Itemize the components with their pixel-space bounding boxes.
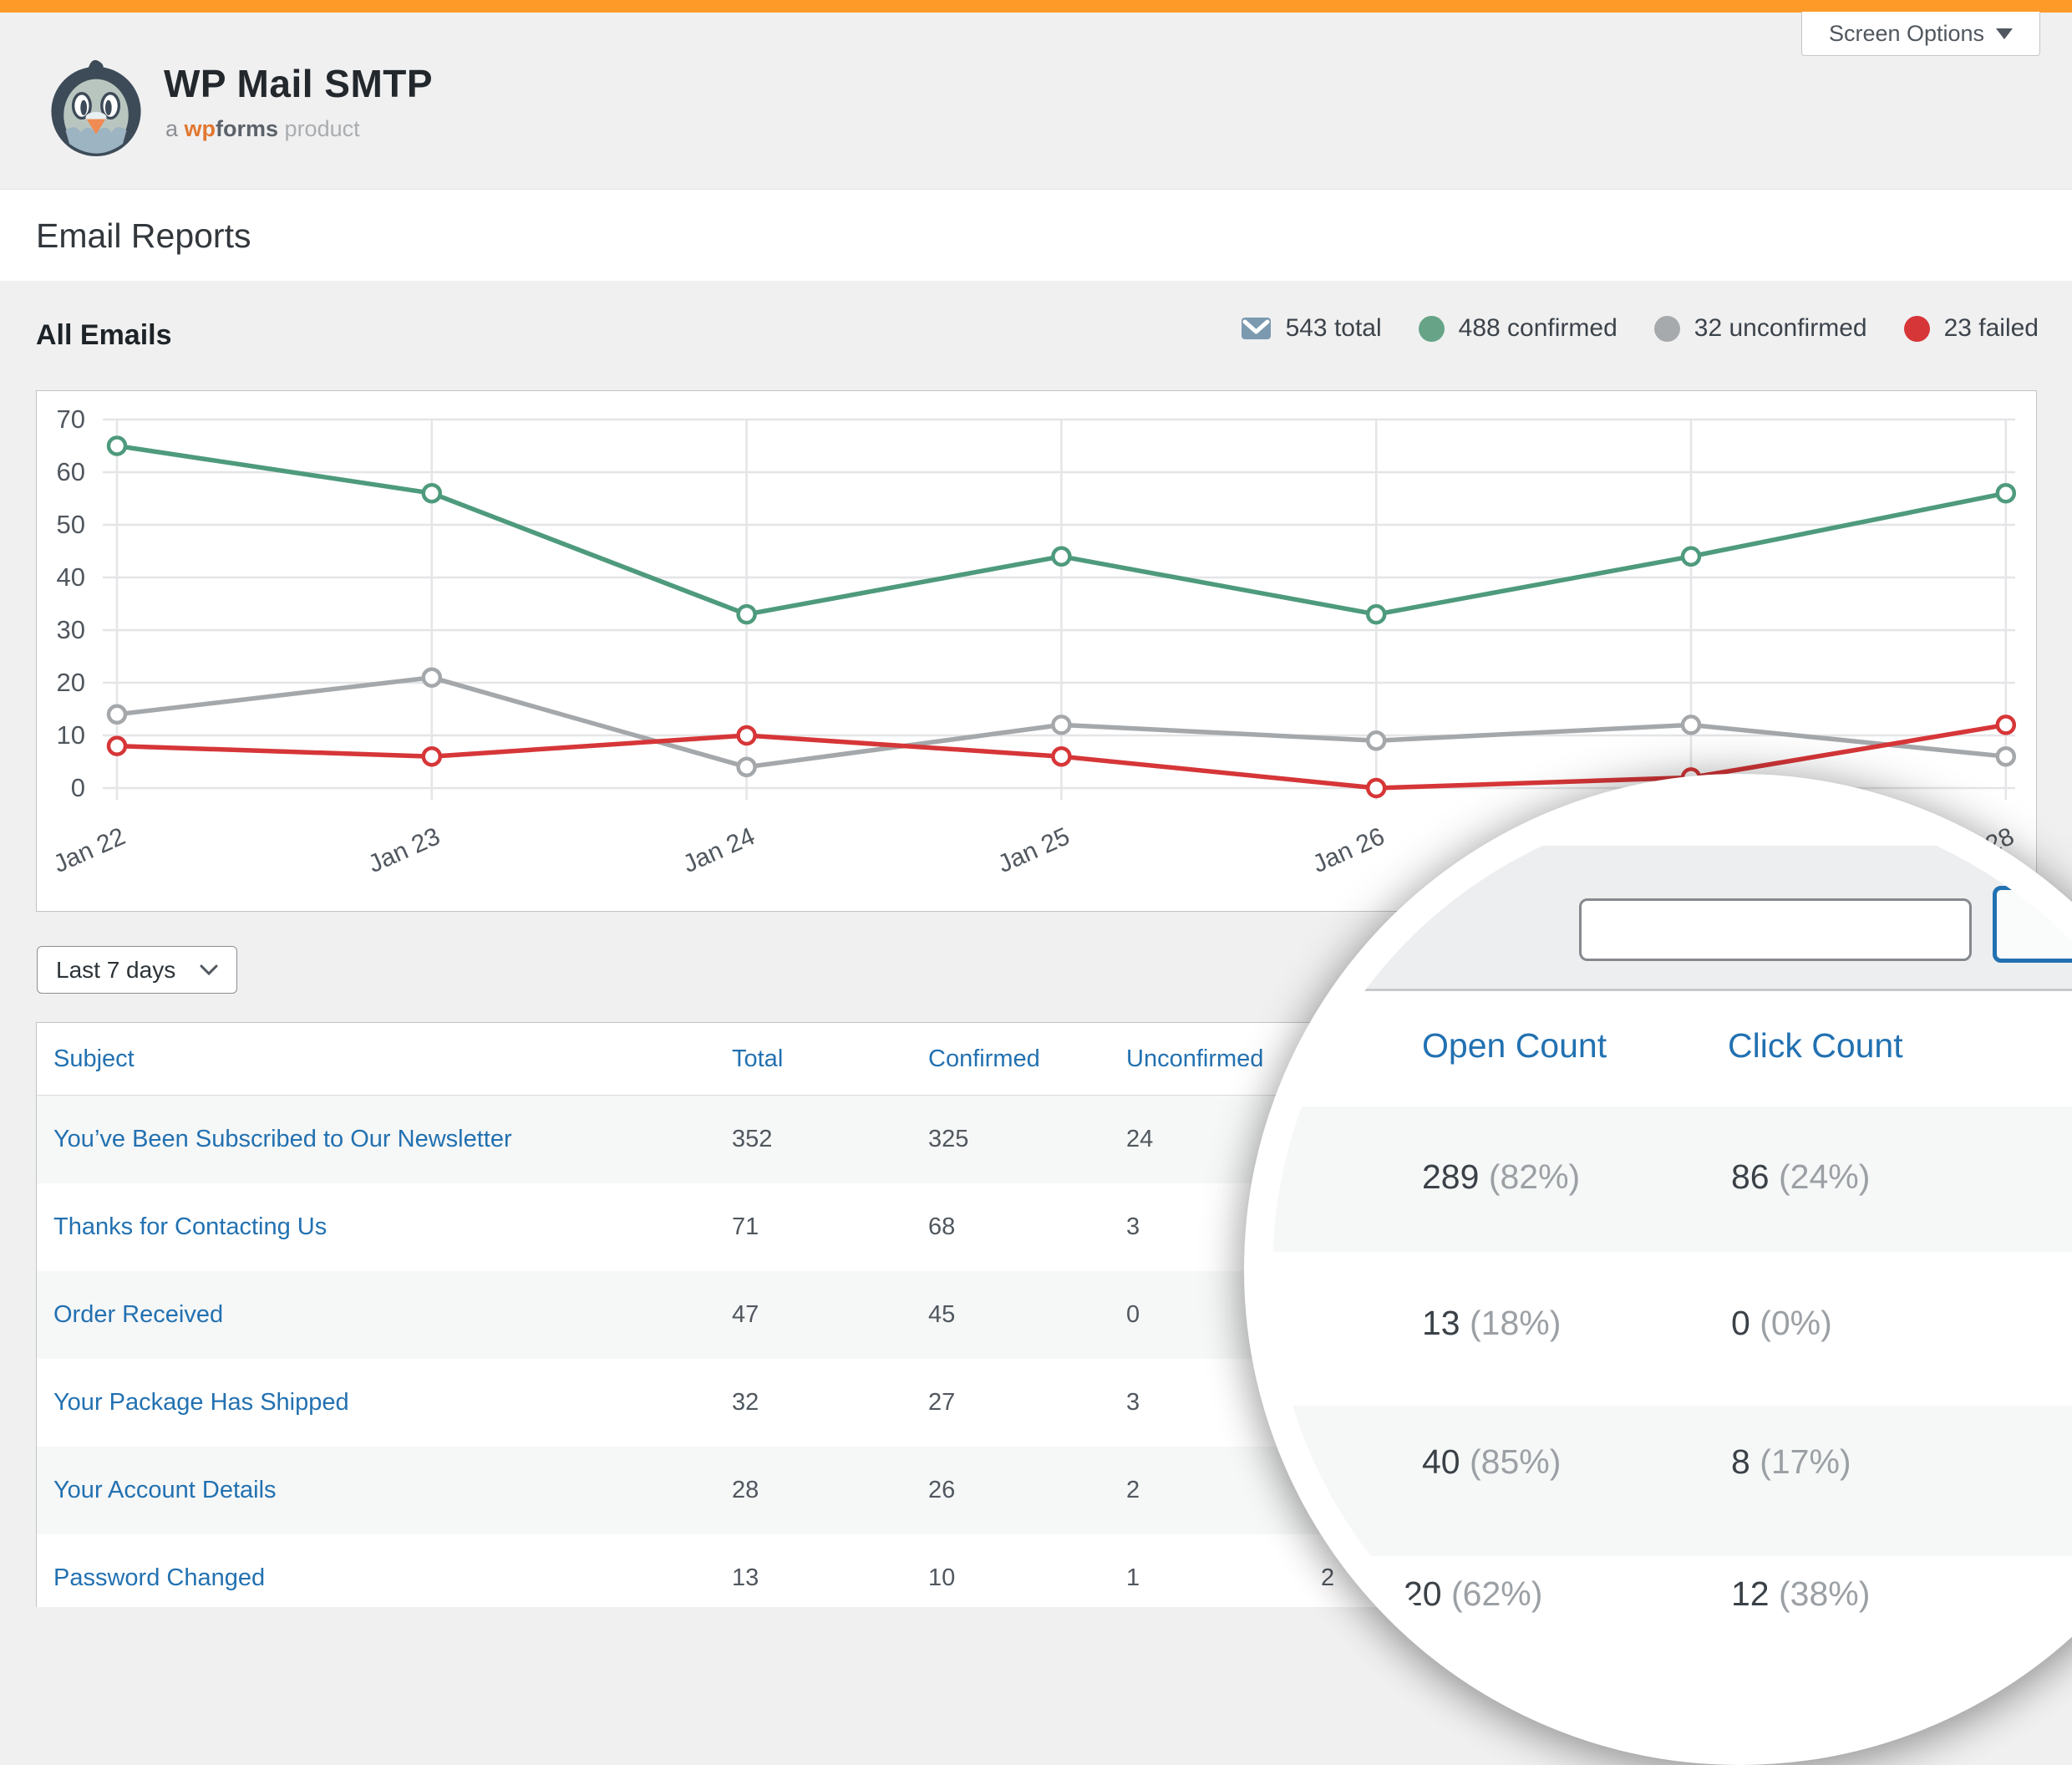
click-count-cell: 86 (24%) bbox=[1731, 1157, 1870, 1197]
confirmed-cell: 27 bbox=[928, 1359, 955, 1447]
svg-text:30: 30 bbox=[57, 615, 85, 644]
magnifier-content: Open Count Click Count 289 (82%) 86 (24%… bbox=[1272, 802, 2072, 1737]
confirmed-cell: 45 bbox=[928, 1271, 955, 1359]
chevron-down-icon bbox=[200, 964, 218, 975]
confirmed-cell: 26 bbox=[928, 1447, 955, 1534]
confirmed-cell: 68 bbox=[928, 1183, 955, 1271]
legend-item-total: 543 total bbox=[1241, 314, 1382, 343]
svg-text:20: 20 bbox=[57, 668, 85, 697]
unconfirmed-cell: 3 bbox=[1126, 1183, 1140, 1271]
open-count-cell: 20 (62%) bbox=[1404, 1574, 1542, 1614]
total-cell: 71 bbox=[732, 1183, 759, 1271]
failed-dot-icon bbox=[1904, 316, 1930, 342]
column-header-unconfirmed[interactable]: Unconfirmed bbox=[1126, 1023, 1263, 1096]
page-title: Email Reports bbox=[36, 190, 251, 282]
magnified-table-top-border bbox=[1272, 989, 2072, 991]
unconfirmed-cell: 2 bbox=[1126, 1447, 1140, 1534]
magnified-row bbox=[1272, 1106, 2072, 1252]
column-header-confirmed[interactable]: Confirmed bbox=[928, 1023, 1040, 1096]
chevron-down-icon bbox=[1996, 28, 2013, 39]
page-title-band: Email Reports bbox=[0, 189, 2072, 281]
magnified-row bbox=[1272, 1406, 2072, 1556]
search-input-magnified[interactable] bbox=[1579, 898, 1972, 961]
confirmed-cell: 10 bbox=[928, 1534, 955, 1622]
subject-link[interactable]: Password Changed bbox=[53, 1534, 265, 1622]
plugin-header: WP Mail SMTP a wpforms product bbox=[0, 13, 2072, 189]
subject-link[interactable]: Order Received bbox=[53, 1271, 223, 1359]
legend-label: 32 unconfirmed bbox=[1694, 314, 1867, 343]
brand-top-bar bbox=[0, 0, 2072, 13]
subject-link[interactable]: Your Package Has Shipped bbox=[53, 1359, 349, 1447]
open-count-cell: 289 (82%) bbox=[1422, 1157, 1580, 1197]
envelope-icon bbox=[1241, 317, 1272, 340]
svg-text:40: 40 bbox=[57, 562, 85, 592]
legend-label: 23 failed bbox=[1944, 314, 2039, 343]
unconfirmed-dot-icon bbox=[1654, 316, 1680, 342]
tagline-wp: wp bbox=[185, 116, 216, 141]
column-header-subject[interactable]: Subject bbox=[53, 1023, 135, 1096]
click-count-cell: 8 (17%) bbox=[1731, 1442, 1851, 1482]
screen-options-button[interactable]: Screen Options bbox=[1801, 12, 2040, 56]
date-range-value: Last 7 days bbox=[56, 957, 175, 984]
legend-label: 543 total bbox=[1286, 314, 1382, 343]
chart-legend: 543 total 488 confirmed 32 unconfirmed 2… bbox=[1241, 314, 2039, 343]
search-button-magnified[interactable] bbox=[1993, 886, 2072, 963]
click-count-cell: 12 (38%) bbox=[1731, 1574, 1870, 1614]
subject-link[interactable]: Your Account Details bbox=[53, 1447, 277, 1534]
tagline-forms: forms bbox=[216, 116, 278, 141]
total-cell: 352 bbox=[732, 1096, 772, 1183]
legend-item-confirmed: 488 confirmed bbox=[1419, 314, 1617, 343]
subject-link[interactable]: You’ve Been Subscribed to Our Newsletter bbox=[53, 1096, 512, 1183]
date-range-select[interactable]: Last 7 days bbox=[37, 946, 237, 994]
unconfirmed-cell: 24 bbox=[1126, 1096, 1153, 1183]
app-tagline: a wpforms product bbox=[165, 116, 360, 142]
svg-text:10: 10 bbox=[57, 720, 85, 750]
svg-text:Jan 22: Jan 22 bbox=[49, 822, 130, 878]
confirmed-cell: 325 bbox=[928, 1096, 968, 1183]
total-cell: 13 bbox=[732, 1534, 759, 1622]
svg-text:50: 50 bbox=[57, 510, 85, 539]
column-header-total[interactable]: Total bbox=[732, 1023, 783, 1096]
svg-text:Jan 23: Jan 23 bbox=[364, 822, 444, 878]
column-header-click-count[interactable]: Click Count bbox=[1728, 1026, 1903, 1066]
wp-mail-smtp-pigeon-logo bbox=[48, 52, 144, 165]
tagline-suffix: product bbox=[278, 116, 360, 141]
unconfirmed-cell: 0 bbox=[1126, 1271, 1140, 1359]
total-cell: 32 bbox=[732, 1359, 759, 1447]
unconfirmed-cell: 1 bbox=[1126, 1534, 1140, 1622]
section-title: All Emails bbox=[36, 319, 172, 352]
svg-text:60: 60 bbox=[57, 457, 85, 486]
tagline-prefix: a bbox=[165, 116, 185, 141]
open-count-cell: 40 (85%) bbox=[1422, 1442, 1561, 1482]
open-count-cell: 13 (18%) bbox=[1422, 1304, 1561, 1343]
confirmed-dot-icon bbox=[1419, 316, 1445, 342]
column-header-open-count[interactable]: Open Count bbox=[1422, 1026, 1607, 1066]
total-cell: 47 bbox=[732, 1271, 759, 1359]
legend-item-unconfirmed: 32 unconfirmed bbox=[1654, 314, 1867, 343]
total-cell: 28 bbox=[732, 1447, 759, 1534]
subject-link[interactable]: Thanks for Contacting Us bbox=[53, 1183, 327, 1271]
unconfirmed-cell: 3 bbox=[1126, 1359, 1140, 1447]
legend-item-failed: 23 failed bbox=[1904, 314, 2039, 343]
app-title: WP Mail SMTP bbox=[164, 61, 433, 106]
svg-text:0: 0 bbox=[71, 773, 85, 802]
screen-options-label: Screen Options bbox=[1829, 21, 1984, 47]
svg-text:70: 70 bbox=[57, 404, 85, 434]
legend-label: 488 confirmed bbox=[1459, 314, 1617, 343]
svg-text:Jan 25: Jan 25 bbox=[994, 822, 1074, 878]
svg-text:Jan 24: Jan 24 bbox=[679, 822, 759, 878]
click-count-cell: 0 (0%) bbox=[1731, 1304, 1832, 1343]
